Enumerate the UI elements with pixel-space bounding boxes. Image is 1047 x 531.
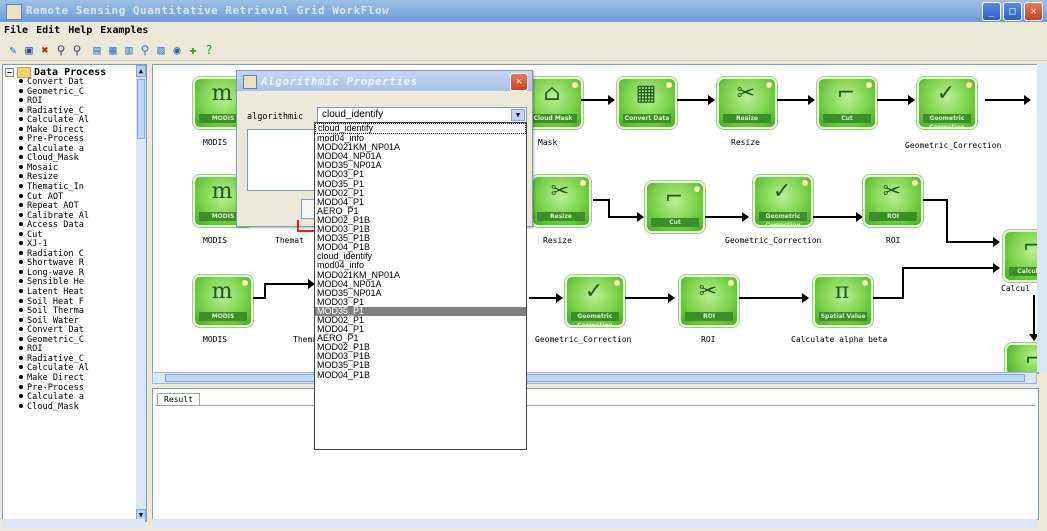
result-horizontal-scrollbar[interactable] xyxy=(152,519,1037,529)
dialog-title-bar[interactable]: Algorithmic Properties xyxy=(237,71,532,91)
canvas-vertical-scrollbar[interactable] xyxy=(1037,64,1047,372)
tree-items: Convert Dat Geometric_C ROI Radiative_C Calc… xyxy=(17,77,89,413)
module-tree[interactable]: − Data Process Convert Dat Geometric_C ROI… xyxy=(2,64,147,522)
description-textbox[interactable] xyxy=(247,129,319,191)
connector-arrow xyxy=(529,293,563,303)
node-label: Geometric_Correction xyxy=(725,236,822,245)
dialog-close-icon[interactable]: ✕ xyxy=(510,73,528,91)
scroll-up-icon[interactable]: ▲ xyxy=(136,65,146,77)
node-calculate-alpha-beta[interactable]: π Spatial Value xyxy=(813,275,873,327)
window-title-bar: Remote Sensing Quantitative Retrieval Gr… xyxy=(0,0,1047,22)
app-icon xyxy=(6,4,22,20)
connector-arrow xyxy=(813,212,863,222)
node-resize-2[interactable]: ✂ Resize xyxy=(531,175,591,227)
connector-arrow xyxy=(877,95,915,105)
connector-arrow xyxy=(946,237,1000,247)
node-label: MODIS xyxy=(203,335,228,344)
menu-file[interactable]: File xyxy=(4,22,28,39)
connector-arrow xyxy=(985,95,1031,105)
delete-icon[interactable]: ✖ xyxy=(38,43,52,57)
node-label: ROI xyxy=(701,335,716,344)
node-geometric-correction-1[interactable]: ✓ Geometric Correction xyxy=(917,77,977,131)
menu-edit[interactable]: Edit xyxy=(36,22,60,39)
connector-arrow xyxy=(625,293,675,303)
node-label: Resize xyxy=(543,236,572,245)
node-convert-data[interactable]: ▦ Convert Data xyxy=(617,77,677,129)
new-workflow-icon[interactable]: ✎ xyxy=(6,43,20,57)
dialog-icon xyxy=(243,75,257,89)
result-panel: Result xyxy=(152,388,1039,520)
layout-icon[interactable]: ▥ xyxy=(122,43,136,57)
node-label: Geometric_Correction xyxy=(535,335,632,344)
chevron-down-icon[interactable]: ▼ xyxy=(511,109,525,121)
connector-arrow xyxy=(1029,295,1038,341)
connector-line xyxy=(902,267,904,299)
node-calculate[interactable]: ⌐Calculate xyxy=(1003,230,1038,282)
connector-arrow xyxy=(902,263,1000,273)
node-roi-1[interactable]: ✂ ROI xyxy=(863,175,923,227)
algorithmic-label: algorithmic xyxy=(247,112,304,122)
node-cut-2[interactable]: ⌐ Cut xyxy=(645,181,705,233)
node-label: Geometric_Correction xyxy=(905,141,1002,150)
maximize-button[interactable]: □ xyxy=(1003,2,1022,21)
properties-icon[interactable]: ▧ xyxy=(154,43,168,57)
node-label: MODIS xyxy=(203,236,228,245)
menu-help[interactable]: Help xyxy=(68,22,92,39)
connector-arrow xyxy=(739,293,809,303)
algorithmic-dropdown-list[interactable]: cloud_identify mod04_info MOD021KM_NP01A MO… xyxy=(314,122,527,450)
connector-line xyxy=(946,199,948,243)
toolbar: ✎ ▣ ✖ ⚲ ⚲ ▤ ▦ ▥ ⚲ ▧ ◉ ✚ ? xyxy=(0,40,1047,61)
close-button[interactable]: ✕ xyxy=(1024,2,1043,21)
node-roi-2[interactable]: ✂ ROI xyxy=(679,275,739,327)
collapse-icon[interactable]: − xyxy=(5,68,14,77)
add-node-icon[interactable]: ✚ xyxy=(186,43,200,57)
canvas-horizontal-scrollbar[interactable] xyxy=(152,372,1037,384)
node-label: Calculate alpha beta xyxy=(791,335,888,344)
algorithmic-select[interactable]: cloud_identify ▼ xyxy=(317,107,527,123)
node-label: ROI xyxy=(886,236,901,245)
node-cut-1[interactable]: ⌐ Cut xyxy=(817,77,877,129)
node-partial[interactable]: ⌐ xyxy=(1005,343,1038,373)
connector-arrow xyxy=(581,95,615,105)
tree-vertical-scrollbar[interactable]: ▲ ▼ xyxy=(136,65,146,521)
connector-arrow xyxy=(264,279,315,289)
connector-arrow xyxy=(677,95,715,105)
tree-item[interactable]: Cloud_Mask xyxy=(17,402,89,413)
minimize-button[interactable]: _ xyxy=(982,2,1001,21)
dialog-title: Algorithmic Properties xyxy=(261,75,418,88)
scroll-thumb[interactable] xyxy=(165,374,1025,382)
node-geometric-correction-2[interactable]: ✓ Geometric Correction xyxy=(753,175,813,229)
grid-icon[interactable]: ▦ xyxy=(106,43,120,57)
node-label: Mask xyxy=(538,138,558,147)
save-icon[interactable]: ▣ xyxy=(22,43,36,57)
connector-line xyxy=(264,283,266,299)
zoom-in-icon[interactable]: ⚲ xyxy=(54,43,68,57)
help-icon[interactable]: ? xyxy=(202,43,216,57)
connector-line xyxy=(608,199,610,217)
algorithmic-select-value: cloud_identify xyxy=(322,109,384,120)
connector-arrow xyxy=(608,212,644,222)
tree-horizontal-scrollbar[interactable] xyxy=(2,519,145,529)
connector-line xyxy=(873,297,903,299)
menu-bar: File Edit Help Examples xyxy=(0,22,1047,39)
connector-line xyxy=(923,199,947,201)
node-label: MODIS xyxy=(203,138,228,147)
search-icon[interactable]: ⚲ xyxy=(138,43,152,57)
node-geometric-correction-3[interactable]: ✓ Geometric Correction xyxy=(565,275,625,329)
node-label: Calcul xyxy=(1001,284,1030,293)
node-modis-3[interactable]: m MODIS xyxy=(193,275,253,327)
node-label: Resize xyxy=(731,138,760,147)
scroll-thumb[interactable] xyxy=(137,79,145,139)
window-title: Remote Sensing Quantitative Retrieval Gr… xyxy=(26,4,390,17)
menu-examples[interactable]: Examples xyxy=(100,22,148,39)
zoom-out-icon[interactable]: ⚲ xyxy=(70,43,84,57)
connector-arrow xyxy=(705,212,749,222)
run-icon[interactable]: ◉ xyxy=(170,43,184,57)
node-resize-1[interactable]: ✂ Resize xyxy=(717,77,777,129)
copy-icon[interactable]: ▤ xyxy=(90,43,104,57)
dropdown-option[interactable]: MOD04_P1B xyxy=(315,370,526,380)
connector-line xyxy=(593,199,609,201)
node-label: Themat xyxy=(275,236,304,245)
connector-arrow xyxy=(777,95,815,105)
